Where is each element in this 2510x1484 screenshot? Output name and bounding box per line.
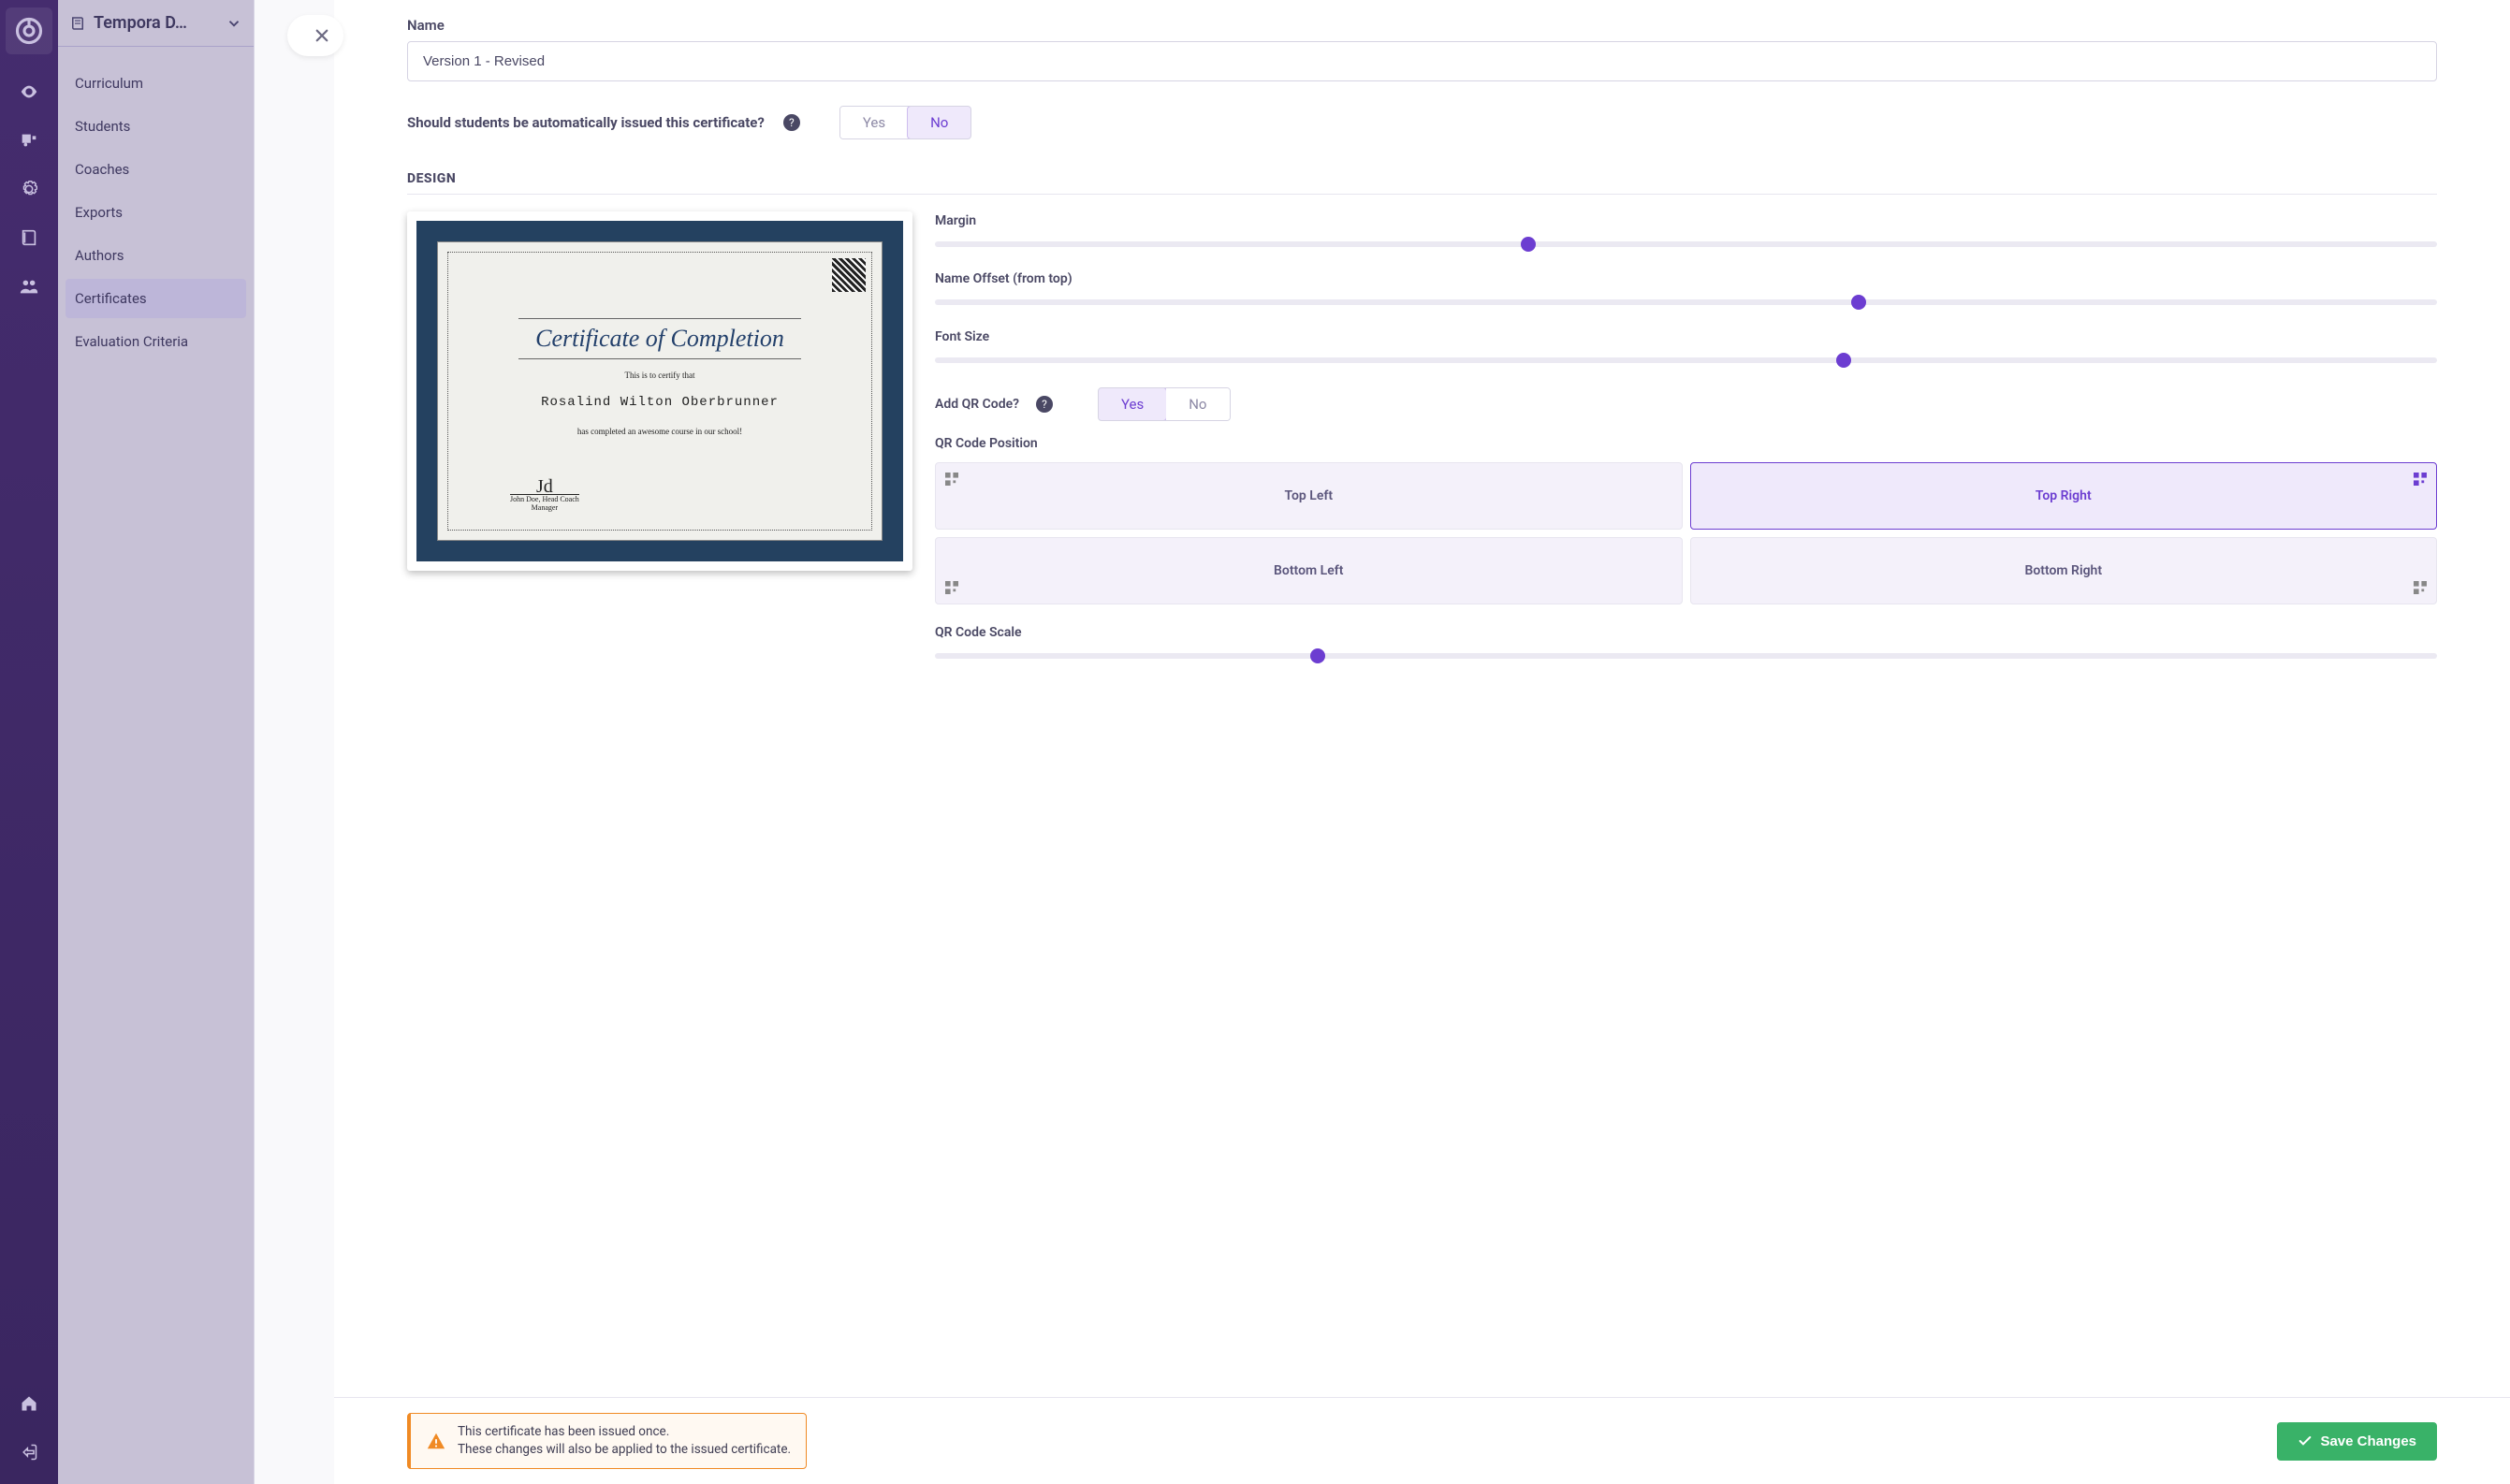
addqr-toggle: Yes No (1098, 387, 1231, 421)
drawer-footer: This certificate has been issued once. T… (334, 1397, 2510, 1484)
qr-icon (2414, 581, 2427, 594)
course-selector[interactable]: Tempora D… (58, 0, 254, 47)
auto-issue-yes[interactable]: Yes (840, 107, 908, 138)
design-controls: Margin Name Offset (from top) Font Size … (935, 211, 2437, 683)
auto-issue-toggle: Yes No (839, 106, 972, 139)
addqr-yes[interactable]: Yes (1098, 387, 1167, 421)
sidebar-item-exports[interactable]: Exports (66, 193, 246, 232)
alert-line1: This certificate has been issued once. (458, 1423, 791, 1441)
warning-icon (426, 1431, 446, 1451)
offset-label: Name Offset (from top) (935, 271, 2437, 286)
close-drawer-button[interactable] (287, 15, 343, 56)
qrscale-label: QR Code Scale (935, 625, 2437, 640)
auto-issue-no[interactable]: No (907, 106, 971, 139)
cert-subtitle: This is to certify that (625, 371, 695, 380)
qr-preview (832, 258, 866, 292)
sidebar-list: Curriculum Students Coaches Exports Auth… (58, 47, 254, 378)
rail-home-icon[interactable] (10, 1385, 48, 1422)
qr-icon (945, 473, 958, 486)
rail-preview-icon[interactable] (10, 73, 48, 110)
rail-users-icon[interactable] (10, 268, 48, 305)
sidebar: Tempora D… Curriculum Students Coaches E… (58, 0, 255, 1484)
qrpos-top-right[interactable]: Top Right (1690, 462, 2438, 530)
cert-signature: Jd John Doe, Head Coach Manager (510, 481, 579, 513)
rail-teach-icon[interactable] (10, 122, 48, 159)
main: Name Should students be automatically is… (255, 0, 2510, 1484)
book-icon (69, 15, 86, 32)
design-header: DESIGN (407, 171, 2437, 195)
close-icon (314, 27, 330, 44)
help-icon[interactable]: ? (1036, 396, 1053, 413)
check-icon (2298, 1433, 2313, 1448)
help-icon[interactable]: ? (783, 114, 800, 131)
sidebar-item-students[interactable]: Students (66, 107, 246, 146)
course-name: Tempora D… (94, 13, 187, 33)
sidebar-item-certificates[interactable]: Certificates (66, 279, 246, 318)
save-button[interactable]: Save Changes (2277, 1422, 2437, 1461)
cert-title: Certificate of Completion (518, 318, 801, 359)
qrpos-top-left[interactable]: Top Left (935, 462, 1683, 530)
chevron-down-icon (226, 15, 242, 32)
qrpos-label: QR Code Position (935, 436, 2437, 451)
fontsize-slider[interactable] (935, 357, 2437, 363)
cert-name: Rosalind Wilton Oberbrunner (541, 395, 779, 410)
sidebar-item-authors[interactable]: Authors (66, 236, 246, 275)
margin-label: Margin (935, 213, 2437, 228)
issued-warning: This certificate has been issued once. T… (407, 1413, 807, 1469)
margin-slider[interactable] (935, 241, 2437, 247)
sidebar-item-evaluation[interactable]: Evaluation Criteria (66, 322, 246, 361)
logo-icon (15, 17, 43, 45)
qr-icon (945, 581, 958, 594)
qrpos-bottom-left[interactable]: Bottom Left (935, 537, 1683, 604)
qrpos-bottom-right[interactable]: Bottom Right (1690, 537, 2438, 604)
alert-line2: These changes will also be applied to th… (458, 1441, 791, 1459)
auto-issue-label: Should students be automatically issued … (407, 114, 765, 131)
certificate-drawer: Name Should students be automatically is… (334, 0, 2510, 1484)
sidebar-item-coaches[interactable]: Coaches (66, 150, 246, 189)
qr-icon (2414, 473, 2427, 486)
addqr-no[interactable]: No (1166, 388, 1229, 420)
offset-slider[interactable] (935, 299, 2437, 305)
addqr-label: Add QR Code? (935, 397, 1019, 412)
rail-logout-icon[interactable] (10, 1433, 48, 1471)
sidebar-item-curriculum[interactable]: Curriculum (66, 64, 246, 103)
certificate-name-input[interactable] (407, 41, 2437, 81)
qrscale-slider[interactable] (935, 653, 2437, 659)
fontsize-label: Font Size (935, 329, 2437, 344)
rail-settings-icon[interactable] (10, 170, 48, 208)
cert-footer: has completed an awesome course in our s… (577, 427, 742, 436)
icon-rail (0, 0, 58, 1484)
certificate-preview: Certificate of Completion This is to cer… (407, 211, 912, 571)
name-label: Name (407, 17, 2437, 34)
rail-book-icon[interactable] (10, 219, 48, 256)
app-logo[interactable] (6, 7, 52, 54)
